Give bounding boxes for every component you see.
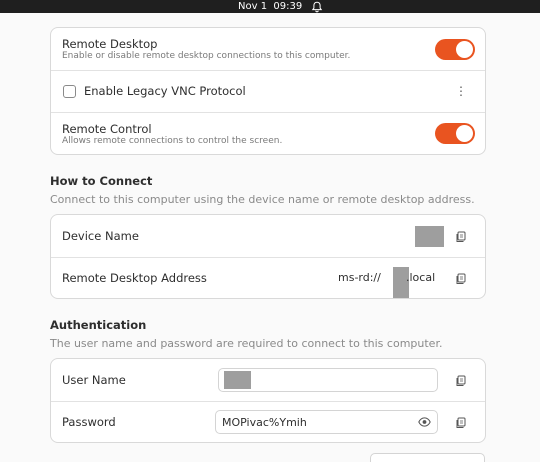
authentication-card: User Name Password MOPivac%Ymih <box>50 358 486 443</box>
password-value: MOPivac%Ymih <box>222 416 307 429</box>
eye-icon[interactable] <box>418 417 431 427</box>
clock[interactable]: Nov 1 09:39 <box>238 0 302 13</box>
legacy-vnc-label: Enable Legacy VNC Protocol <box>84 84 246 98</box>
kebab-menu-icon[interactable]: ⋮ <box>455 85 467 97</box>
remote-desktop-title: Remote Desktop <box>62 37 158 51</box>
remote-desktop-subtitle: Enable or disable remote desktop connect… <box>62 51 351 61</box>
remote-control-toggle[interactable] <box>435 123 475 144</box>
device-name-row: Device Name <box>51 215 485 258</box>
remote-address-row: Remote Desktop Address ms-rd:// .local <box>51 258 485 298</box>
bell-icon[interactable] <box>311 1 323 13</box>
toggle-knob <box>456 41 473 58</box>
copy-icon[interactable] <box>455 375 467 387</box>
copy-icon[interactable] <box>455 231 467 243</box>
remote-desktop-row: Remote Desktop Enable or disable remote … <box>51 28 485 71</box>
user-name-row: User Name <box>51 359 485 402</box>
user-name-field[interactable] <box>218 368 438 392</box>
connection-info-card: Device Name Remote Desktop Address ms-rd… <box>50 214 486 299</box>
legacy-vnc-row[interactable]: Enable Legacy VNC Protocol ⋮ <box>51 71 485 113</box>
remote-control-title: Remote Control <box>62 122 152 136</box>
top-bar: Nov 1 09:39 <box>0 0 540 13</box>
remote-control-subtitle: Allows remote connections to control the… <box>62 136 283 146</box>
password-row: Password MOPivac%Ymih <box>51 402 485 442</box>
password-label: Password <box>62 415 116 429</box>
date-text: Nov 1 <box>238 1 268 12</box>
toggle-knob <box>456 125 473 142</box>
partially-visible-button[interactable] <box>370 453 485 462</box>
copy-icon[interactable] <box>455 273 467 285</box>
remote-desktop-card: Remote Desktop Enable or disable remote … <box>50 27 486 155</box>
device-name-label: Device Name <box>62 229 139 243</box>
remote-address-prefix: ms-rd:// <box>338 271 381 284</box>
legacy-vnc-checkbox[interactable] <box>63 85 76 98</box>
how-to-connect-heading: How to Connect <box>50 174 153 188</box>
password-field[interactable]: MOPivac%Ymih <box>215 410 438 434</box>
remote-desktop-toggle[interactable] <box>435 39 475 60</box>
user-name-label: User Name <box>62 373 126 387</box>
remote-address-label: Remote Desktop Address <box>62 271 207 285</box>
authentication-description: The user name and password are required … <box>50 337 443 350</box>
user-name-redacted <box>224 371 251 389</box>
authentication-heading: Authentication <box>50 318 147 332</box>
remote-control-row: Remote Control Allows remote connections… <box>51 113 485 154</box>
how-to-connect-description: Connect to this computer using the devic… <box>50 193 475 206</box>
copy-icon[interactable] <box>455 417 467 429</box>
time-text: 09:39 <box>273 1 303 12</box>
remote-address-suffix: .local <box>406 271 436 284</box>
device-name-value <box>415 226 444 247</box>
